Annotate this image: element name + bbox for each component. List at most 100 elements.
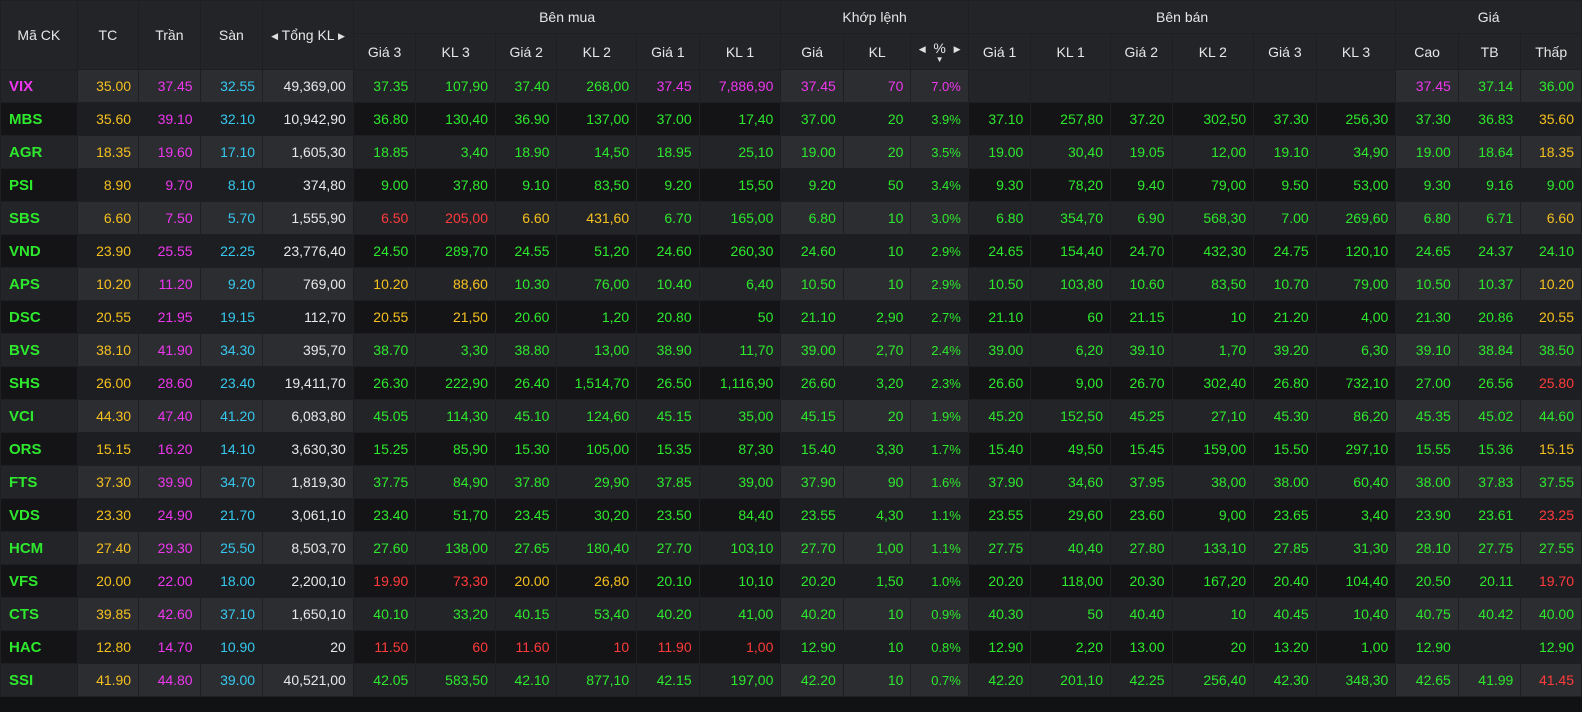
col-match-price[interactable]: Giá [780,33,844,70]
col-bid-price-3[interactable]: Giá 3 [352,33,417,70]
col-match-vol[interactable]: KL [842,33,912,70]
symbol-cell[interactable]: VCI [0,399,78,433]
table-row[interactable]: HCM 27.40 29.30 25.50 8,503,70 27.60 138,00 27.… [0,531,1582,565]
table-row[interactable]: PSI 8.90 9.70 8.10 374,80 9.00 37,80 9.10 83,50 9… [0,168,1582,202]
table-row[interactable]: VFS 20.00 22.00 18.00 2,200,10 19.90 73,30 20.0… [0,564,1582,598]
ask-price-3-cell: 21.20 [1253,300,1317,334]
col-low[interactable]: Thấp [1520,33,1582,70]
bid-price-1-cell: 37.00 [636,102,700,136]
match-pct-cell: 7.0% [910,69,969,103]
col-avg[interactable]: TB [1457,33,1522,70]
table-row[interactable]: SBS 6.60 7.50 5.70 1,555,90 6.50 205,00 6.60 431… [0,201,1582,235]
symbol-cell[interactable]: VFS [0,564,78,598]
table-row[interactable]: AGR 18.35 19.60 17.10 1,605,30 18.85 3,40 18.90… [0,135,1582,169]
table-row[interactable]: DSC 20.55 21.95 19.15 112,70 20.55 21,50 20.60 1… [0,300,1582,334]
arrow-right-icon[interactable]: ▶ [954,44,961,55]
ask-vol-2-cell: 167,20 [1171,564,1255,598]
ceiling-cell: 42.60 [138,597,201,631]
symbol-cell[interactable]: FTS [0,465,78,499]
high-cell: 38.00 [1395,465,1459,499]
ask-price-1-cell: 10.50 [967,267,1032,301]
group-ask: Bên bán [967,0,1397,34]
bid-price-3-cell: 24.50 [352,234,417,268]
sort-down-icon[interactable]: ▼ [918,56,960,64]
ref-cell: 26.00 [76,366,140,400]
table-row[interactable]: VCI 44.30 47.40 41.20 6,083,80 45.05 114,30 45.… [0,399,1582,433]
symbol-cell[interactable]: SSI [0,663,78,697]
match-pct-cell: 3.4% [910,168,969,202]
symbol-cell[interactable]: SHS [0,366,78,400]
symbol-cell[interactable]: VDS [0,498,78,532]
col-symbol[interactable]: Mã CK [0,0,78,70]
col-ask-price-1[interactable]: Giá 1 [967,33,1032,70]
col-high[interactable]: Cao [1395,33,1459,70]
high-cell: 20.50 [1395,564,1459,598]
table-row[interactable]: APS 10.20 11.20 9.20 769,00 10.20 88,60 10.30 76… [0,267,1582,301]
match-price-cell: 37.00 [780,102,844,136]
table-row[interactable]: VND 23.90 25.55 22.25 23,776,40 24.50 289,70 24… [0,234,1582,268]
col-total-volume[interactable]: ◀ Tổng KL ▶ [262,0,354,70]
col-ask-price-2[interactable]: Giá 2 [1110,33,1173,70]
symbol-cell[interactable]: PSI [0,168,78,202]
match-pct-cell: 1.1% [910,531,969,565]
low-cell: 9.00 [1520,168,1582,202]
col-ask-vol-1[interactable]: KL 1 [1030,33,1111,70]
table-row[interactable]: MBS 35.60 39.10 32.10 10,942,90 36.80 130,40 36… [0,102,1582,136]
table-row[interactable]: CTS 39.85 42.60 37.10 1,650,10 40.10 33,20 40.1… [0,597,1582,631]
arrow-left-icon[interactable]: ◀ [919,44,926,55]
match-price-cell: 10.50 [780,267,844,301]
symbol-cell[interactable]: BVS [0,333,78,367]
total-volume-cell: 374,80 [262,168,354,202]
bid-price-2-cell: 24.55 [494,234,558,268]
col-bid-vol-3[interactable]: KL 3 [415,33,496,70]
col-ask-vol-3[interactable]: KL 3 [1315,33,1397,70]
symbol-cell[interactable]: SBS [0,201,78,235]
ask-vol-1-cell: 78,20 [1030,168,1111,202]
table-row[interactable]: BVS 38.10 41.90 34.30 395,70 38.70 3,30 38.80 13… [0,333,1582,367]
symbol-cell[interactable]: MBS [0,102,78,136]
col-bid-vol-2[interactable]: KL 2 [556,33,638,70]
col-bid-price-2[interactable]: Giá 2 [494,33,558,70]
symbol-cell[interactable]: AGR [0,135,78,169]
bid-vol-2-cell: 53,40 [556,597,638,631]
col-ask-price-3[interactable]: Giá 3 [1253,33,1317,70]
ask-price-3-cell: 38.00 [1253,465,1317,499]
table-row[interactable]: VDS 23.30 24.90 21.70 3,061,10 23.40 51,70 23.4… [0,498,1582,532]
col-floor[interactable]: Sàn [199,0,264,70]
ask-price-3-cell: 40.45 [1253,597,1317,631]
arrow-left-icon[interactable]: ◀ [271,31,278,42]
table-row[interactable]: SHS 26.00 28.60 23.40 19,411,70 26.30 222,90 26… [0,366,1582,400]
ask-price-1-cell: 26.60 [967,366,1032,400]
avg-cell [1457,630,1522,664]
arrow-right-icon[interactable]: ▶ [338,31,345,42]
ask-vol-3-cell: 60,40 [1315,465,1397,499]
col-ceiling[interactable]: Trần [138,0,201,70]
table-row[interactable]: FTS 37.30 39.90 34.70 1,819,30 37.75 84,90 37.8… [0,465,1582,499]
symbol-cell[interactable]: HCM [0,531,78,565]
table-row[interactable]: SSI 41.90 44.80 39.00 40,521,00 42.05 583,50 42… [0,663,1582,697]
ask-vol-3-cell: 120,10 [1315,234,1397,268]
table-row[interactable]: VIX 35.00 37.45 32.55 49,369,00 37.35 107,90 37… [0,69,1582,103]
col-bid-vol-1[interactable]: KL 1 [698,33,782,70]
symbol-cell[interactable]: HAC [0,630,78,664]
symbol-cell[interactable]: APS [0,267,78,301]
table-row[interactable]: ORS 15.15 16.20 14.10 3,630,30 15.25 85,90 15.3… [0,432,1582,466]
table-row[interactable]: HAC 12.80 14.70 10.90 20 11.50 60 11.60 10 11.90 1… [0,630,1582,664]
bid-price-3-cell: 20.55 [352,300,417,334]
ask-price-3-cell: 7.00 [1253,201,1317,235]
ask-price-2-cell [1110,69,1173,103]
bid-price-3-cell: 26.30 [352,366,417,400]
col-bid-price-1[interactable]: Giá 1 [636,33,700,70]
high-cell: 9.30 [1395,168,1459,202]
col-match-pct[interactable]: ◀ % ▶ ▼ [910,33,969,70]
floor-cell: 32.55 [199,69,264,103]
col-ask-vol-2[interactable]: KL 2 [1171,33,1255,70]
ask-price-3-cell: 37.30 [1253,102,1317,136]
col-ref[interactable]: TC [76,0,140,70]
total-volume-cell: 23,776,40 [262,234,354,268]
symbol-cell[interactable]: VND [0,234,78,268]
symbol-cell[interactable]: VIX [0,69,78,103]
symbol-cell[interactable]: CTS [0,597,78,631]
symbol-cell[interactable]: DSC [0,300,78,334]
symbol-cell[interactable]: ORS [0,432,78,466]
